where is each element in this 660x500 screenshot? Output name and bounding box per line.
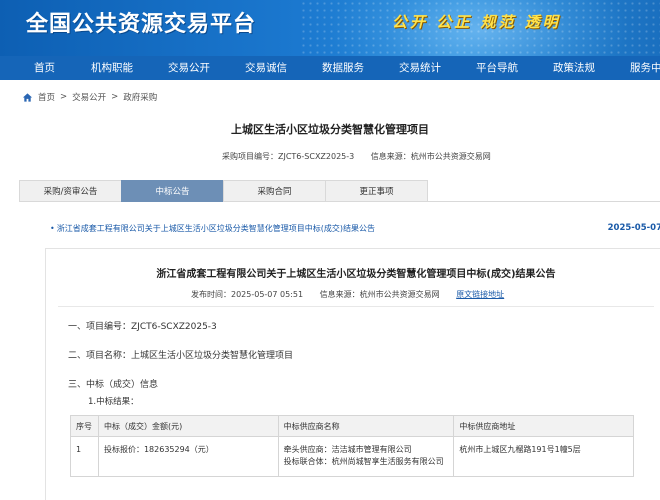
original-link[interactable]: 原文链接地址 [456, 290, 504, 299]
breadcrumb-separator: > [60, 92, 68, 102]
header-supplier: 中标供应商名称 [277, 415, 455, 437]
site-slogan: 公开 公正 规范 透明 [392, 13, 561, 31]
page-title: 上城区生活小区垃圾分类智慧化管理项目 [231, 123, 429, 136]
document-title: 浙江省成套工程有限公司关于上城区生活小区垃圾分类智慧化管理项目中标(成交)结果公… [156, 269, 556, 280]
divider [58, 306, 654, 307]
breadcrumb-home[interactable]: 首页 [38, 91, 55, 103]
tab-award-notice[interactable]: 中标公告 [121, 180, 224, 202]
header-address: 中标供应商地址 [453, 415, 634, 437]
project-meta: 采购项目编号：ZJCT6-SCXZ2025-3 信息来源：杭州市公共资源交易网 [222, 151, 505, 162]
section-award-info: 三、中标（成交）信息 [68, 380, 159, 390]
nav-item-statistics[interactable]: 交易统计 [399, 56, 441, 80]
cell-no: 1 [70, 436, 99, 477]
announcement-date: 2025-05-07 [607, 223, 660, 233]
tab-procurement-notice[interactable]: 采购/资审公告 [19, 180, 122, 202]
nav-item-service[interactable]: 服务中 [630, 56, 660, 80]
nav-item-home[interactable]: 首页 [34, 56, 55, 80]
project-code: 采购项目编号：ZJCT6-SCXZ2025-3 [222, 152, 355, 161]
table-row: 1 投标报价：182635294（元） 牵头供应商：洁洁城市管理有限公司 投标联… [70, 436, 634, 477]
breadcrumb-separator: > [111, 92, 119, 102]
notice-tabs: 采购/资审公告 中标公告 采购合同 更正事项 [19, 180, 660, 202]
nav-item-platform-nav[interactable]: 平台导航 [476, 56, 518, 80]
nav-item-policies[interactable]: 政策法规 [553, 56, 595, 80]
document-panel: 浙江省成套工程有限公司关于上城区生活小区垃圾分类智慧化管理项目中标(成交)结果公… [45, 248, 660, 500]
section-project-name: 二、项目名称：上城区生活小区垃圾分类智慧化管理项目 [68, 351, 294, 361]
site-title[interactable]: 全国公共资源交易平台 [26, 6, 256, 38]
tab-corrections[interactable]: 更正事项 [325, 180, 428, 202]
lead-supplier: 牵头供应商：洁洁城市管理有限公司 [283, 445, 412, 454]
breadcrumb-transactions[interactable]: 交易公开 [72, 91, 106, 103]
announcement-link[interactable]: 浙江省成套工程有限公司关于上城区生活小区垃圾分类智慧化管理项目中标(成交)结果公… [57, 224, 375, 233]
award-table: 序号 中标（成交）金额(元) 中标供应商名称 中标供应商地址 1 投标报价：18… [70, 415, 634, 477]
nav-item-institution[interactable]: 机构职能 [91, 56, 133, 80]
document-meta: 发布时间：2025-05-07 05:51 信息来源：杭州市公共资源交易网 原文… [191, 289, 504, 300]
section-project-code: 一、项目编号：ZJCT6-SCXZ2025-3 [68, 322, 217, 332]
nav-item-integrity[interactable]: 交易诚信 [245, 56, 287, 80]
consortium-supplier: 投标联合体：杭州尚城智享生活服务有限公司 [283, 457, 444, 466]
breadcrumb: 首页 > 交易公开 > 政府采购 [22, 90, 157, 104]
publish-time: 发布时间：2025-05-07 05:51 [191, 290, 304, 299]
cell-supplier: 牵头供应商：洁洁城市管理有限公司 投标联合体：杭州尚城智享生活服务有限公司 [277, 436, 455, 477]
document-source: 信息来源：杭州市公共资源交易网 [319, 290, 440, 299]
breadcrumb-procurement[interactable]: 政府采购 [123, 91, 157, 103]
tab-contract[interactable]: 采购合同 [223, 180, 326, 202]
project-source: 信息来源：杭州市公共资源交易网 [370, 152, 491, 161]
header-no: 序号 [70, 415, 99, 437]
cell-amount: 投标报价：182635294（元） [97, 436, 279, 477]
table-header-row: 序号 中标（成交）金额(元) 中标供应商名称 中标供应商地址 [70, 415, 634, 437]
site-banner: 全国公共资源交易平台 公开 公正 规范 透明 [0, 0, 660, 56]
award-result-label: 1.中标结果： [88, 397, 139, 407]
nav-item-transactions[interactable]: 交易公开 [168, 56, 210, 80]
cell-address: 杭州市上城区九榴路191号1幢5层 [453, 436, 634, 477]
main-nav: 首页 机构职能 交易公开 交易诚信 数据服务 交易统计 平台导航 政策法规 服务… [0, 56, 660, 80]
bullet-icon: • [50, 224, 55, 233]
nav-item-data-services[interactable]: 数据服务 [322, 56, 364, 80]
announcement-row: • 浙江省成套工程有限公司关于上城区生活小区垃圾分类智慧化管理项目中标(成交)结果… [50, 223, 660, 234]
home-icon[interactable] [22, 92, 33, 103]
header-amount: 中标（成交）金额(元) [97, 415, 279, 437]
